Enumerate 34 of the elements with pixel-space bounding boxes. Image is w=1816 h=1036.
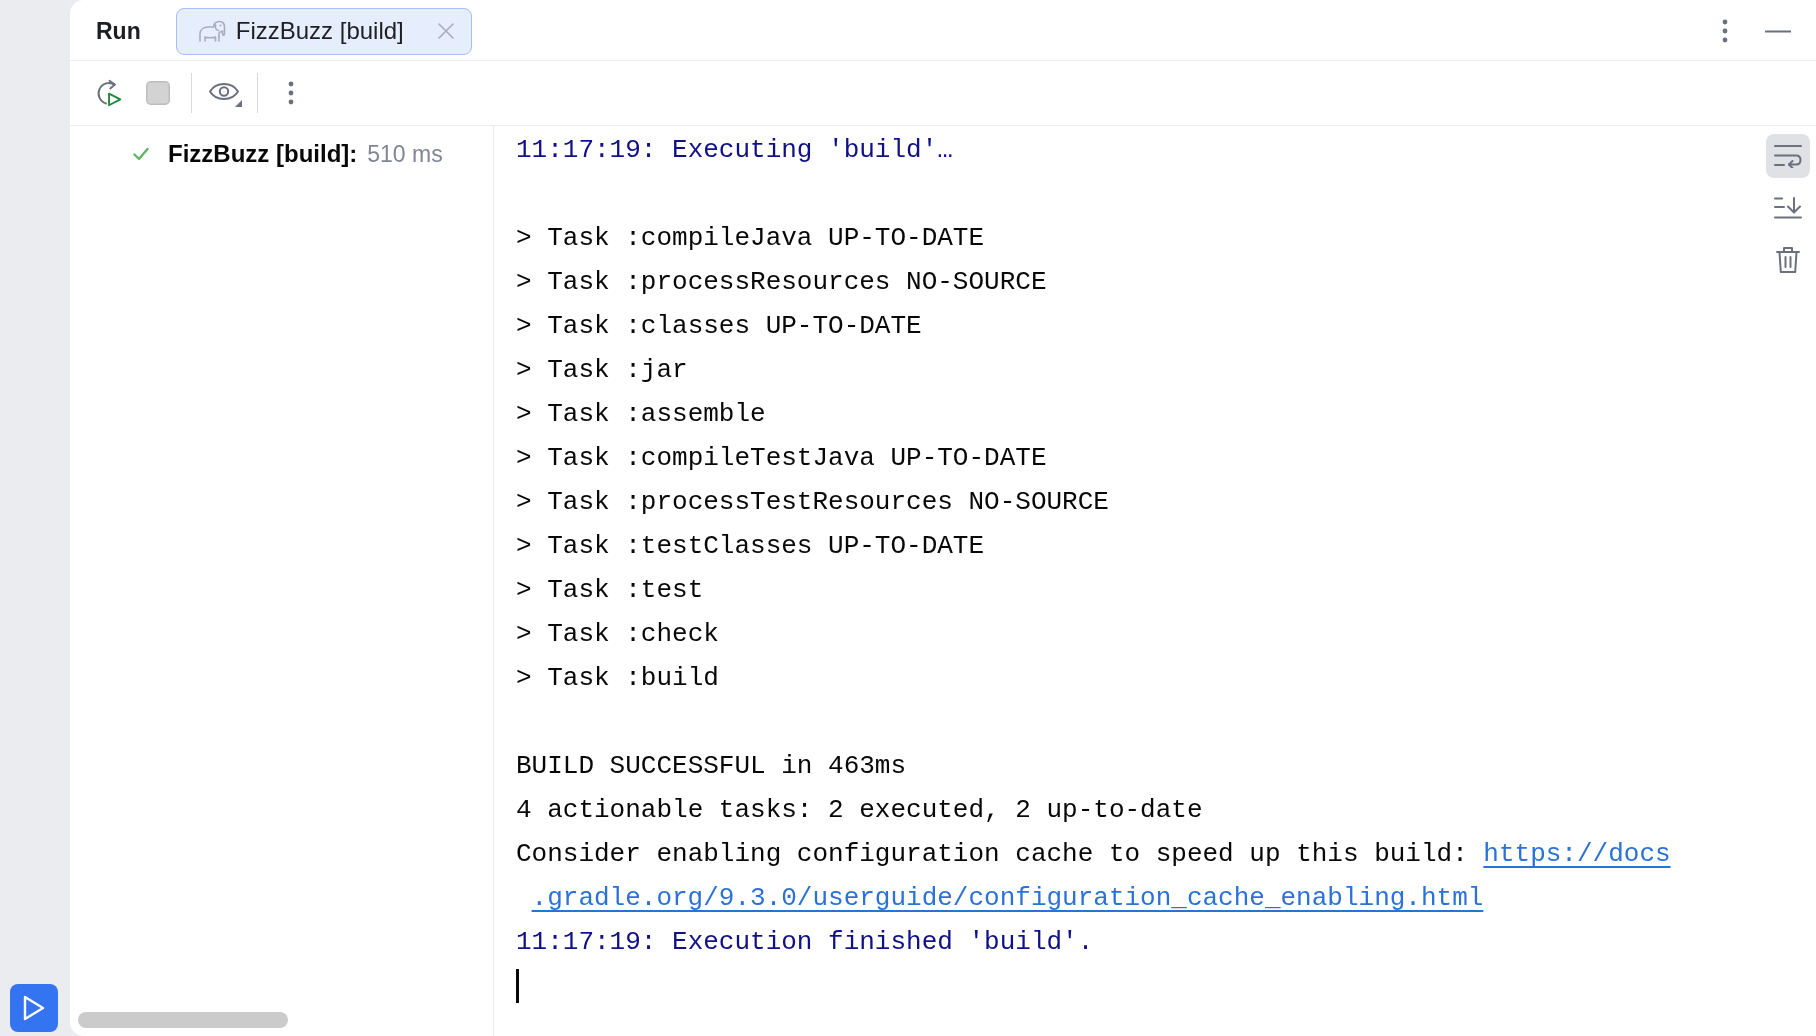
scroll-to-end-icon[interactable] (1774, 197, 1802, 219)
soft-wrap-toggle[interactable] (1766, 134, 1810, 178)
log-line: > Task :classes UP-TO-DATE (516, 311, 922, 341)
tool-window-title: Run (96, 16, 141, 46)
tree-node-label[interactable]: FizzBuzz [build]: (168, 136, 358, 172)
play-icon (23, 995, 45, 1021)
duration-text: 510 ms (367, 139, 443, 169)
log-line: > Task :processResources NO-SOURCE (516, 267, 1047, 297)
trash-icon[interactable] (1776, 246, 1800, 274)
soft-wrap-icon (1774, 144, 1802, 168)
run-tab[interactable]: FizzBuzz [build] (175, 7, 472, 55)
log-line: BUILD SUCCESSFUL in 463ms (516, 751, 907, 781)
log-line: 11:17:19: Execution finished 'build'. (516, 927, 1094, 957)
log-line: > Task :test (516, 575, 704, 605)
log-line: Consider enabling configuration cache to speed up this build: (516, 839, 1468, 869)
kebab-menu-icon[interactable] (288, 81, 294, 105)
log-line: > Task :jar (516, 355, 688, 385)
url-link[interactable]: .gradle.org/9.3.0/userguide/configuration_cache_enabling.html (531, 883, 1484, 913)
log-line: > Task :processTestResources NO-SOURCE (516, 487, 1109, 517)
kebab-menu-icon[interactable] (1722, 19, 1728, 43)
log-line: > Task :compileTestJava UP-TO-DATE (516, 443, 1047, 473)
check-icon (133, 147, 149, 161)
log-line: > Task :assemble (516, 399, 766, 429)
log-line: > Task :build (516, 663, 719, 693)
text-cursor (516, 969, 519, 1003)
log-line: 4 actionable tasks: 2 executed, 2 up-to-date (516, 795, 1203, 825)
run-tool-button[interactable] (10, 984, 58, 1032)
minimize-icon[interactable] (1765, 29, 1791, 33)
log-line: 11:17:19: Executing 'build'… (516, 135, 953, 165)
log-line: > Task :compileJava UP-TO-DATE (516, 223, 985, 253)
url-link[interactable]: https://docs (1483, 839, 1671, 869)
log-line: > Task :testClasses UP-TO-DATE (516, 531, 985, 561)
horizontal-scrollbar[interactable] (78, 1012, 288, 1028)
log-line: > Task :check (516, 619, 719, 649)
